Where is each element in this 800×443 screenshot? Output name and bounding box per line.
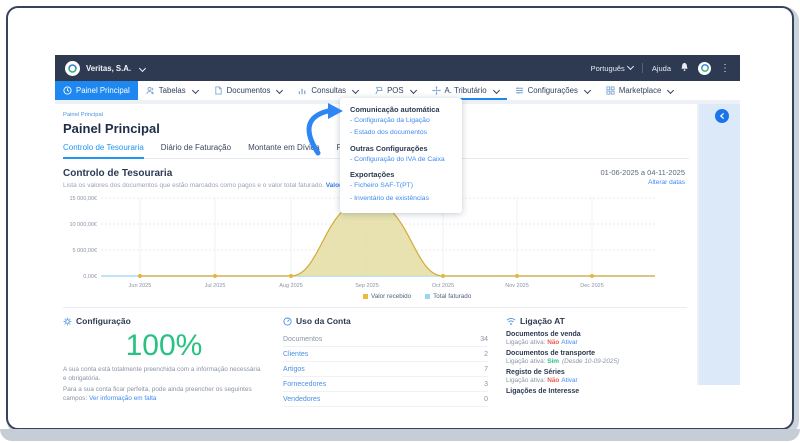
device-base <box>0 429 800 441</box>
at-title: Ligação AT <box>520 316 565 326</box>
x-tick: Oct 2025 <box>432 283 454 289</box>
menu-item-documentos[interactable]: Documentos <box>206 81 291 100</box>
dropdown-link-estado-documentos[interactable]: Estado dos documentos <box>350 129 452 137</box>
divider <box>641 63 643 73</box>
config-text-1: A sua conta está totalmente preenchida c… <box>63 366 261 382</box>
status-sim: Sim <box>547 358 559 365</box>
document-icon <box>214 86 223 95</box>
config-percent: 100% <box>125 329 203 362</box>
usage-row-clientes: Clientes 2 <box>283 347 488 362</box>
menu-item-configuracoes[interactable]: Configurações <box>507 81 598 100</box>
at-connection-panel: Ligação AT Documentos de venda Ligação a… <box>506 316 685 407</box>
chart-legend: Valor recebido Total faturado <box>363 293 697 300</box>
gear-icon <box>63 317 72 326</box>
language-selector[interactable]: Português <box>591 62 634 73</box>
user-avatar[interactable] <box>698 61 711 75</box>
annotation-arrow <box>306 103 343 156</box>
legend-valor-recebido: Valor recebido <box>363 293 411 300</box>
dropdown-section-heading: Outras Configurações <box>350 143 428 153</box>
status-nao: Não <box>547 377 560 384</box>
y-tick: 0,00€ <box>83 274 97 280</box>
users-icon <box>146 86 155 95</box>
dropdown-section-heading: Comunicação automática <box>350 105 440 114</box>
x-tick: Nov 2025 <box>505 283 529 289</box>
legend-swatch-blue <box>425 293 431 299</box>
chevron-down-icon <box>139 64 147 72</box>
company-name: Veritas, S.A. <box>86 63 132 73</box>
usage-row-documentos: Documentos 34 <box>283 332 488 347</box>
company-menu[interactable]: Veritas, S.A. <box>65 60 147 76</box>
top-navbar: Veritas, S.A. Português Ajuda ⋮ <box>55 55 740 81</box>
ativar-link[interactable]: Ativar <box>561 377 577 384</box>
status-note: (Desde 10-09-2025) <box>561 358 620 365</box>
chevron-left-icon <box>719 113 724 119</box>
legend-total-faturado: Total faturado <box>425 293 471 300</box>
change-dates-link[interactable]: Alterar datas <box>600 179 685 186</box>
tab-diario-de-faturacao[interactable]: Diário de Faturação <box>161 143 231 158</box>
at-item-registo-series: Registo de Séries Ligação ativa: Não Ativ… <box>506 369 578 384</box>
chevron-down-icon <box>492 86 500 95</box>
clock-icon <box>63 86 72 95</box>
chevron-down-icon <box>409 86 417 95</box>
kebab-menu-icon[interactable]: ⋮ <box>720 63 730 74</box>
pos-terminal-icon <box>374 86 383 95</box>
a-tributario-dropdown: Comunicação automática Configuração da L… <box>340 98 462 214</box>
grid-icon <box>606 86 615 95</box>
right-side-panel <box>699 104 740 385</box>
x-tick: Sep 2025 <box>355 283 379 289</box>
at-item-ligacoes-interesse: Ligações de Interesse <box>506 388 580 395</box>
tab-controlo-de-tesouraria[interactable]: Controlo de Tesouraria <box>63 143 144 159</box>
menu-item-painel-principal[interactable]: Painel Principal <box>55 81 138 100</box>
dropdown-link-inventario[interactable]: Inventário de existências <box>350 195 452 203</box>
sliders-icon <box>515 86 524 95</box>
account-usage-panel: Uso da Conta Documentos 34 Clientes 2 Arti… <box>283 316 488 407</box>
section-description: Lista os valores dos documentos que estã… <box>63 182 376 189</box>
bar-chart-icon <box>298 86 307 95</box>
x-tick: Jul 2025 <box>205 283 226 289</box>
chevron-down-icon <box>626 62 634 70</box>
x-tick: Jun 2025 <box>129 283 152 289</box>
config-text-2: Para a sua conta ficar perfeita, pode ai… <box>63 385 252 402</box>
dropdown-link-configuracao-ligacao[interactable]: Configuração da Ligação <box>350 117 452 125</box>
gauge-icon <box>283 316 292 326</box>
date-range: 01-06-2025 a 04-11-2025 <box>600 168 685 177</box>
ativar-link[interactable]: Ativar <box>561 339 577 346</box>
x-tick: Dec 2025 <box>580 283 604 289</box>
y-tick: 5 000,00€ <box>73 248 97 254</box>
config-panel: Configuração 100% A sua conta está total… <box>63 316 265 407</box>
chevron-down-icon <box>276 86 284 95</box>
missing-info-link[interactable]: Ver informação em falta <box>89 395 157 402</box>
usage-row-artigos: Artigos 7 <box>283 362 488 377</box>
chevron-down-icon <box>583 86 591 95</box>
y-tick: 15 000,00€ <box>69 196 97 202</box>
menu-item-tabelas[interactable]: Tabelas <box>138 81 206 100</box>
usage-title: Uso da Conta <box>296 316 351 326</box>
help-link[interactable]: Ajuda <box>652 64 671 73</box>
section-heading: Controlo de Tesouraria <box>63 168 173 179</box>
x-tick: Aug 2025 <box>279 283 303 289</box>
status-nao: Não <box>547 339 560 346</box>
hub-icon <box>431 86 441 95</box>
chevron-down-icon <box>352 86 360 95</box>
dropdown-section-heading: Exportações <box>350 170 395 180</box>
usage-row-fornecedores: Fornecedores 3 <box>283 377 488 392</box>
y-tick: 10 000,00€ <box>69 222 97 228</box>
config-title: Configuração <box>76 316 131 326</box>
at-item-documentos-venda: Documentos de venda Ligação ativa: Não At… <box>506 331 581 346</box>
dropdown-link-saft[interactable]: Ficheiro SAF-T(PT) <box>350 182 452 190</box>
panel-collapse-button[interactable] <box>715 109 729 123</box>
menu-item-marketplace[interactable]: Marketplace <box>598 81 681 100</box>
chevron-down-icon <box>191 86 199 95</box>
dropdown-link-iva-caixa[interactable]: Configuração do IVA de Caixa <box>350 156 452 164</box>
wifi-icon <box>506 317 516 326</box>
legend-swatch-yellow <box>363 293 368 299</box>
chevron-down-icon <box>667 86 675 95</box>
divider <box>63 307 687 308</box>
app-window: Veritas, S.A. Português Ajuda ⋮ Painel P… <box>55 55 740 407</box>
at-item-documentos-transporte: Documentos de transporte Ligação ativa: … <box>506 350 620 365</box>
usage-row-vendedores: Vendedores 0 <box>283 392 488 407</box>
company-logo-icon <box>65 60 80 76</box>
notifications-bell-icon[interactable] <box>680 62 689 74</box>
